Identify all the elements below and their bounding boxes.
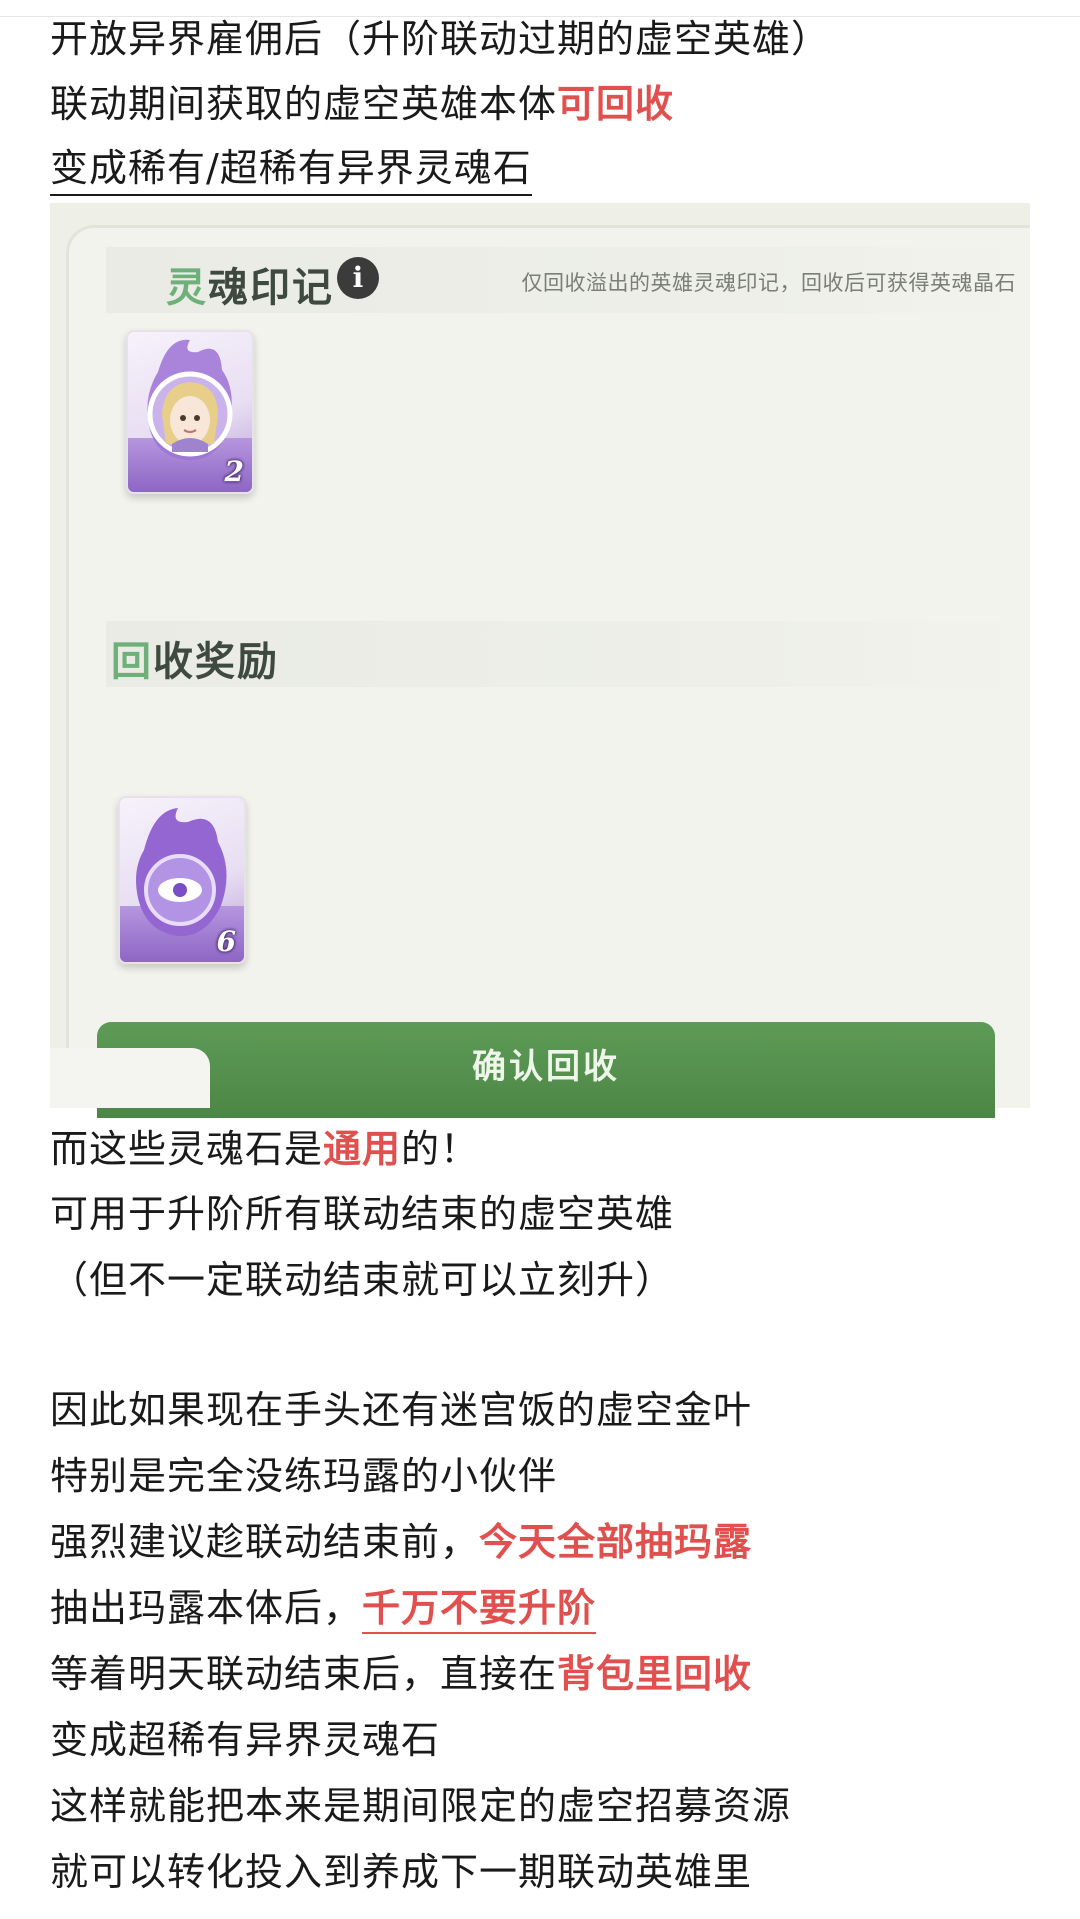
highlight-pull-today: 今天全部抽玛露 bbox=[479, 1520, 753, 1564]
highlight-universal: 通用 bbox=[323, 1127, 402, 1171]
reward-title: 回收奖励 bbox=[111, 639, 279, 685]
body-line-5: 特别是完全没练玛露的小伙伴 bbox=[50, 1454, 558, 1498]
body-line-10: 这样就能把本来是期间限定的虚空招募资源 bbox=[50, 1784, 792, 1828]
game-screenshot: 灵魂印记 i 仅回收溢出的英雄灵魂印记，回收后可获得英魂晶石 2 回收奖励 6 bbox=[50, 203, 1030, 1108]
soul-mark-header: 灵魂印记 i 仅回收溢出的英雄灵魂印记，回收后可获得英魂晶石 bbox=[106, 247, 1030, 313]
body-line-6: 强烈建议趁联动结束前，今天全部抽玛露 bbox=[50, 1520, 753, 1564]
reward-count: 6 bbox=[216, 925, 236, 958]
body-line-7: 抽出玛露本体后，千万不要升阶 bbox=[50, 1584, 597, 1634]
body-line-8: 等着明天联动结束后，直接在背包里回收 bbox=[50, 1652, 753, 1696]
soul-mark-title: 灵魂印记 bbox=[166, 265, 334, 311]
reward-soulstone-card[interactable]: 6 bbox=[118, 796, 246, 964]
body-line-3: （但不一定联动结束就可以立刻升） bbox=[50, 1258, 675, 1302]
intro-highlight-recyclable: 可回收 bbox=[557, 82, 675, 126]
intro-line-3: 变成稀有/超稀有异界灵魂石 bbox=[50, 144, 532, 196]
intro-line-3-underlined: 变成稀有/超稀有异界灵魂石 bbox=[50, 146, 532, 196]
recycle-hint: 仅回收溢出的英雄灵魂印记，回收后可获得英魂晶石 bbox=[521, 271, 1016, 295]
intro-line-2-text: 联动期间获取的虚空英雄本体 bbox=[50, 82, 558, 126]
highlight-recycle-in-bag: 背包里回收 bbox=[557, 1652, 753, 1696]
reward-header: 回收奖励 bbox=[106, 621, 1030, 687]
soul-mark-count: 2 bbox=[224, 455, 244, 488]
body-line-9: 变成超稀有异界灵魂石 bbox=[50, 1718, 441, 1762]
body-line-4: 因此如果现在手头还有迷宫饭的虚空金叶 bbox=[50, 1388, 753, 1432]
info-icon[interactable]: i bbox=[337, 257, 379, 299]
corner-decoration bbox=[50, 1048, 210, 1108]
intro-line-1: 开放异界雇佣后（升阶联动过期的虚空英雄） bbox=[50, 17, 831, 61]
body-line-2: 可用于升阶所有联动结束的虚空英雄 bbox=[50, 1192, 675, 1236]
body-line-11: 就可以转化投入到养成下一期联动英雄里 bbox=[50, 1850, 753, 1894]
confirm-recycle-button[interactable]: 确认回收 bbox=[97, 1022, 995, 1118]
highlight-do-not-upgrade: 千万不要升阶 bbox=[362, 1586, 597, 1634]
intro-line-2: 联动期间获取的虚空英雄本体可回收 bbox=[50, 80, 674, 128]
body-line-1: 而这些灵魂石是通用的！ bbox=[50, 1127, 480, 1171]
soul-mark-card[interactable]: 2 bbox=[126, 330, 254, 494]
